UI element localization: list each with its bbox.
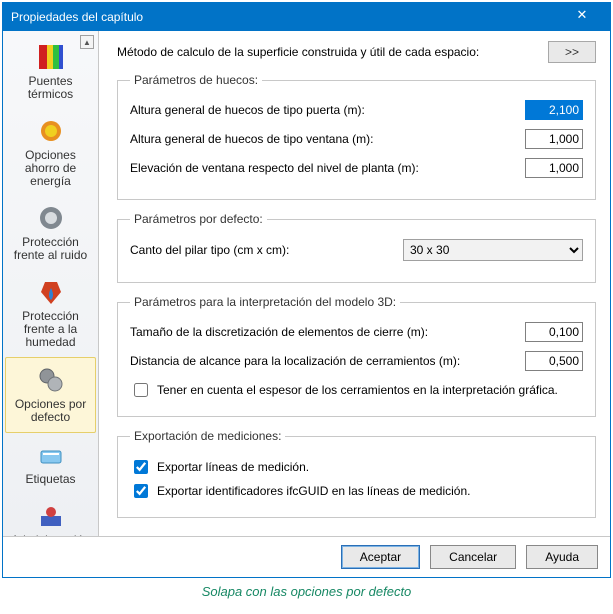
sidebar-item-defecto[interactable]: Opciones por defecto <box>5 357 96 433</box>
dialog-body: ▲ Puentes térmicos Opciones ahorro de en… <box>3 31 610 536</box>
dialog: Propiedades del capítulo ✕ ▲ Puentes tér… <box>2 2 611 578</box>
export-lineas-label: Exportar líneas de medición. <box>157 460 309 474</box>
sidebar-item-ruido[interactable]: Protección frente al ruido <box>5 196 96 270</box>
sidebar-item-etiquetas[interactable]: Etiquetas <box>5 433 96 494</box>
sidebar-item-label: Opciones ahorro de energía <box>7 149 94 188</box>
scroll-up-icon[interactable]: ▲ <box>80 35 94 49</box>
sidebar-item-label: Etiquetas <box>7 473 94 486</box>
sidebar-item-admin[interactable]: Administración <box>5 494 96 536</box>
huecos-group: Parámetros de huecos: Altura general de … <box>117 73 596 200</box>
elevacion-input[interactable] <box>525 158 583 178</box>
sidebar-item-label: Administración <box>7 534 94 536</box>
export-guid-checkbox[interactable] <box>134 484 148 498</box>
window-title: Propiedades del capítulo <box>11 10 562 24</box>
discretizacion-input[interactable] <box>525 322 583 342</box>
elevacion-label: Elevación de ventana respecto del nivel … <box>130 161 525 175</box>
tag-icon <box>35 439 67 471</box>
page-caption: Solapa con las opciones por defecto <box>2 584 611 599</box>
energy-icon <box>35 115 67 147</box>
pilar-label: Canto del pilar tipo (cm x cm): <box>130 243 403 257</box>
sidebar-item-humedad[interactable]: Protección frente a la humedad <box>5 270 96 357</box>
export-lineas-checkbox[interactable] <box>134 460 148 474</box>
huecos-legend: Parámetros de huecos: <box>130 73 262 87</box>
sidebar: ▲ Puentes térmicos Opciones ahorro de en… <box>3 31 99 536</box>
gear-icon <box>35 364 67 396</box>
cancel-button[interactable]: Cancelar <box>430 545 516 569</box>
export-guid-label: Exportar identificadores ifcGUID en las … <box>157 484 470 498</box>
export-legend: Exportación de mediciones: <box>130 429 285 443</box>
puerta-label: Altura general de huecos de tipo puerta … <box>130 103 525 117</box>
defecto-legend: Parámetros por defecto: <box>130 212 267 226</box>
ok-button[interactable]: Aceptar <box>341 545 420 569</box>
puerta-input[interactable] <box>525 100 583 120</box>
noise-icon <box>35 202 67 234</box>
content-panel: Método de calculo de la superficie const… <box>99 31 610 536</box>
export-group: Exportación de mediciones: Exportar líne… <box>117 429 596 518</box>
espesor-label: Tener en cuenta el espesor de los cerram… <box>157 383 558 397</box>
thermal-bridge-icon <box>35 41 67 73</box>
ventana-input[interactable] <box>525 129 583 149</box>
calc-method-more-button[interactable]: >> <box>548 41 596 63</box>
alcance-label: Distancia de alcance para la localizació… <box>130 354 525 368</box>
discretizacion-label: Tamaño de la discretización de elementos… <box>130 325 525 339</box>
calc-method-label: Método de calculo de la superficie const… <box>117 45 540 59</box>
pilar-select[interactable]: 30 x 30 <box>403 239 583 261</box>
sidebar-item-label: Puentes térmicos <box>7 75 94 101</box>
calc-method-row: Método de calculo de la superficie const… <box>117 41 596 63</box>
sidebar-item-energia[interactable]: Opciones ahorro de energía <box>5 109 96 196</box>
help-button[interactable]: Ayuda <box>526 545 598 569</box>
sidebar-item-label: Protección frente a la humedad <box>7 310 94 349</box>
titlebar: Propiedades del capítulo ✕ <box>3 3 610 31</box>
admin-icon <box>35 500 67 532</box>
footer: Aceptar Cancelar Ayuda <box>3 536 610 577</box>
modelo3d-group: Parámetros para la interpretación del mo… <box>117 295 596 417</box>
modelo3d-legend: Parámetros para la interpretación del mo… <box>130 295 400 309</box>
sidebar-item-label: Opciones por defecto <box>8 398 93 424</box>
close-icon[interactable]: ✕ <box>562 7 602 27</box>
sidebar-item-label: Protección frente al ruido <box>7 236 94 262</box>
humidity-icon <box>35 276 67 308</box>
defecto-group: Parámetros por defecto: Canto del pilar … <box>117 212 596 283</box>
ventana-label: Altura general de huecos de tipo ventana… <box>130 132 525 146</box>
alcance-input[interactable] <box>525 351 583 371</box>
espesor-checkbox[interactable] <box>134 383 148 397</box>
